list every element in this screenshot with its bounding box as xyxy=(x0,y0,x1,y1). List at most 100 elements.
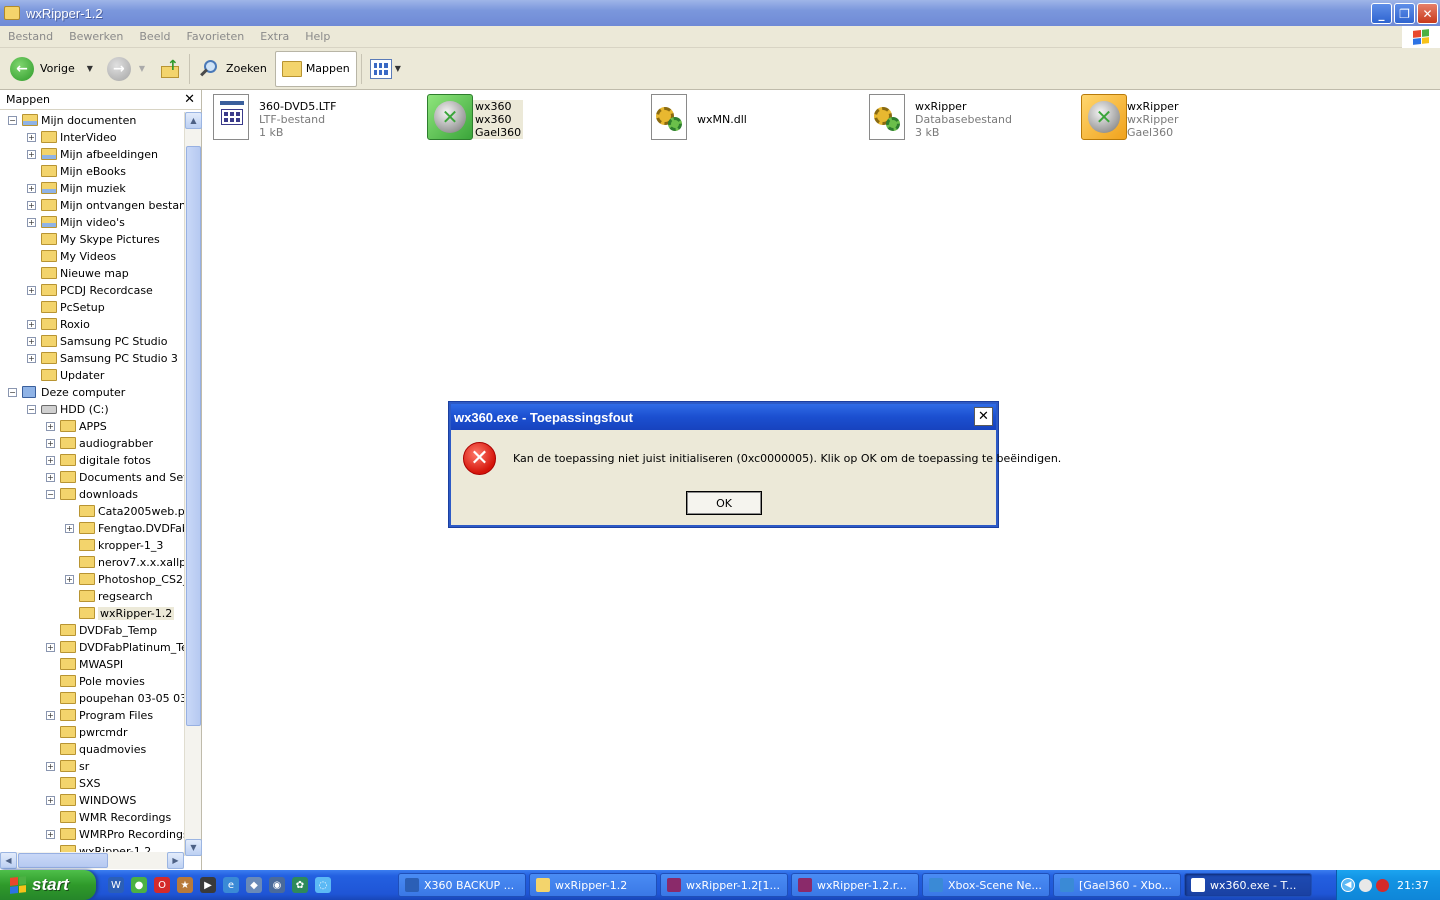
expand-icon[interactable]: + xyxy=(65,524,74,533)
file-item[interactable]: ✕ wx360 wx360 Gael360 xyxy=(427,94,524,142)
tree-item[interactable]: + Program Files xyxy=(0,707,184,724)
views-button[interactable]: ▼ xyxy=(366,51,405,87)
tree-item[interactable]: My Skype Pictures xyxy=(0,231,184,248)
tree-item[interactable]: kropper-1_3 xyxy=(0,537,184,554)
expand-icon[interactable]: + xyxy=(27,354,36,363)
expand-icon[interactable]: + xyxy=(27,286,36,295)
task-button[interactable]: [Gael360 - Xbo... xyxy=(1053,873,1181,897)
expand-icon[interactable]: + xyxy=(27,201,36,210)
expand-icon[interactable]: + xyxy=(46,711,55,720)
tree-item[interactable]: Cata2005web.pd xyxy=(0,503,184,520)
expand-icon[interactable]: + xyxy=(46,456,55,465)
opera-icon[interactable]: O xyxy=(154,877,170,893)
app-icon[interactable]: ✿ xyxy=(292,877,308,893)
task-button[interactable]: X360 BACKUP ... xyxy=(398,873,526,897)
tree-item[interactable]: + InterVideo xyxy=(0,129,184,146)
tree-item[interactable]: + Mijn ontvangen bestande xyxy=(0,197,184,214)
dialog-titlebar[interactable]: wx360.exe - Toepassingsfout xyxy=(451,404,996,430)
vertical-scrollbar[interactable]: ▲ ▼ xyxy=(184,112,202,856)
app-icon[interactable]: ◆ xyxy=(246,877,262,893)
tree-item[interactable]: quadmovies xyxy=(0,741,184,758)
search-button[interactable]: Zoeken xyxy=(194,51,271,87)
tree-item[interactable]: + APPS xyxy=(0,418,184,435)
window-titlebar[interactable]: wxRipper-1.2 _ ❐ ✕ xyxy=(0,0,1440,26)
close-icon[interactable]: ✕ xyxy=(184,92,195,107)
ie-icon[interactable]: e xyxy=(223,877,239,893)
scroll-thumb[interactable] xyxy=(186,146,201,726)
menu-help[interactable]: Help xyxy=(297,30,338,43)
app-icon[interactable]: ★ xyxy=(177,877,193,893)
tree-item[interactable]: + Mijn video's xyxy=(0,214,184,231)
expand-icon[interactable]: + xyxy=(27,218,36,227)
collapse-icon[interactable]: − xyxy=(8,116,17,125)
expand-icon[interactable]: + xyxy=(46,796,55,805)
tree-item[interactable]: + Samsung PC Studio 3 xyxy=(0,350,184,367)
expand-icon[interactable]: + xyxy=(27,337,36,346)
close-button[interactable]: ✕ xyxy=(1417,3,1438,24)
tree-item[interactable]: + Samsung PC Studio xyxy=(0,333,184,350)
expand-icon[interactable]: + xyxy=(27,133,36,142)
task-button[interactable]: wxRipper-1.2.r... xyxy=(791,873,919,897)
app-icon[interactable]: ◉ xyxy=(269,877,285,893)
tree-item[interactable]: + WINDOWS xyxy=(0,792,184,809)
expand-icon[interactable]: + xyxy=(46,473,55,482)
tree-item[interactable]: Pole movies xyxy=(0,673,184,690)
expand-icon[interactable]: + xyxy=(46,643,55,652)
task-button[interactable]: Xbox-Scene Ne... xyxy=(922,873,1050,897)
tree-item[interactable]: Nieuwe map xyxy=(0,265,184,282)
chevron-down-icon[interactable]: ▼ xyxy=(395,64,401,73)
menu-favorieten[interactable]: Favorieten xyxy=(179,30,253,43)
scroll-down-button[interactable]: ▼ xyxy=(185,839,202,856)
back-button[interactable]: ← Vorige ▼ xyxy=(6,51,97,87)
tree-item[interactable]: WMR Recordings xyxy=(0,809,184,826)
expand-icon[interactable]: + xyxy=(46,830,55,839)
tree-item[interactable]: Updater xyxy=(0,367,184,384)
menu-extra[interactable]: Extra xyxy=(252,30,297,43)
tree-item[interactable]: − downloads xyxy=(0,486,184,503)
tree-item[interactable]: + Roxio xyxy=(0,316,184,333)
expand-icon[interactable]: + xyxy=(27,150,36,159)
expand-icon[interactable]: + xyxy=(27,184,36,193)
horizontal-scrollbar[interactable]: ◀ ▶ xyxy=(0,852,184,869)
collapse-icon[interactable]: − xyxy=(27,405,36,414)
collapse-icon[interactable]: − xyxy=(8,388,17,397)
tree-item[interactable]: Mijn eBooks xyxy=(0,163,184,180)
tree-item[interactable]: − Mijn documenten xyxy=(0,112,184,129)
scroll-thumb[interactable] xyxy=(18,853,108,868)
collapse-icon[interactable]: − xyxy=(46,490,55,499)
chevron-left-icon[interactable]: ◀ xyxy=(1341,878,1355,892)
file-item[interactable]: ✕ wxRipper wxRipper Gael360 xyxy=(1081,94,1178,142)
forward-button[interactable]: → ▼ xyxy=(103,51,149,87)
folders-button[interactable]: Mappen xyxy=(274,50,357,87)
menu-beeld[interactable]: Beeld xyxy=(131,30,178,43)
tree-item[interactable]: regsearch xyxy=(0,588,184,605)
dialog-close-button[interactable]: ✕ xyxy=(974,407,993,426)
tree-item[interactable]: My Videos xyxy=(0,248,184,265)
tree-item[interactable]: + Photoshop_CS2_I xyxy=(0,571,184,588)
tree-item[interactable]: + digitale fotos xyxy=(0,452,184,469)
scroll-right-button[interactable]: ▶ xyxy=(167,852,184,869)
tree-item[interactable]: + WMRPro Recordings xyxy=(0,826,184,843)
media-icon[interactable]: ▶ xyxy=(200,877,216,893)
chevron-down-icon[interactable]: ▼ xyxy=(87,64,93,73)
scroll-up-button[interactable]: ▲ xyxy=(185,112,202,129)
tree-item[interactable]: + audiograbber xyxy=(0,435,184,452)
search-icon[interactable]: ◌ xyxy=(315,877,331,893)
expand-icon[interactable]: + xyxy=(27,320,36,329)
minimize-button[interactable]: _ xyxy=(1371,3,1392,24)
tree-item[interactable]: + sr xyxy=(0,758,184,775)
network-icon[interactable] xyxy=(1359,878,1372,892)
word-icon[interactable]: W xyxy=(108,877,124,893)
expand-icon[interactable]: + xyxy=(65,575,74,584)
file-item[interactable]: wxRipper Databasebestand 3 kB xyxy=(869,94,1012,142)
ok-button[interactable]: OK xyxy=(686,491,762,515)
menu-bewerken[interactable]: Bewerken xyxy=(61,30,131,43)
messenger-icon[interactable]: ● xyxy=(131,877,147,893)
expand-icon[interactable]: + xyxy=(46,439,55,448)
menu-bestand[interactable]: Bestand xyxy=(0,30,61,43)
tree-item[interactable]: DVDFab_Temp xyxy=(0,622,184,639)
tree-item[interactable]: + Mijn muziek xyxy=(0,180,184,197)
tree-item[interactable]: + DVDFabPlatinum_Tem xyxy=(0,639,184,656)
expand-icon[interactable]: + xyxy=(46,422,55,431)
tree-item[interactable]: nerov7.x.x.xallpr xyxy=(0,554,184,571)
